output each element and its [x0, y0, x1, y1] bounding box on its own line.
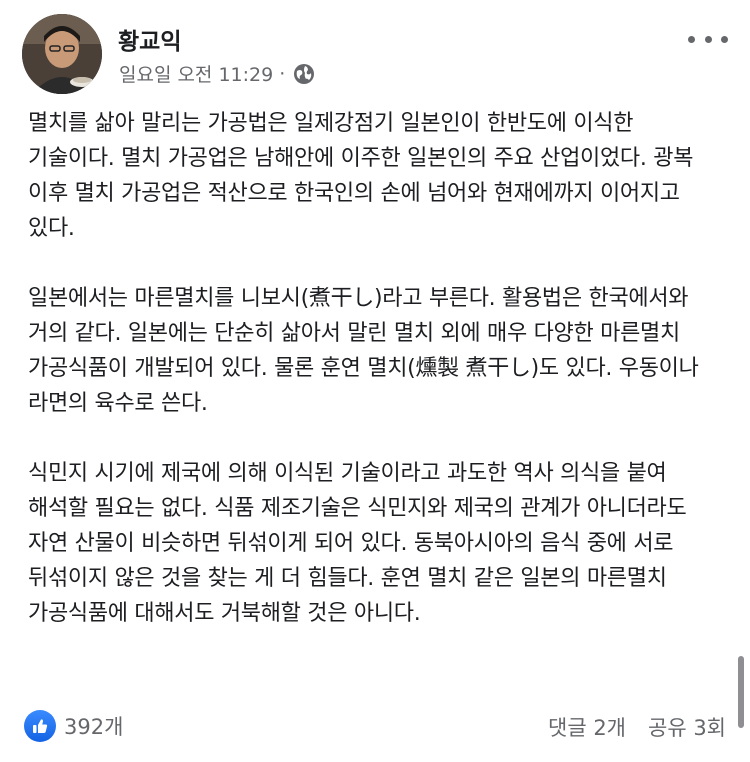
scrollbar-thumb[interactable] — [738, 656, 744, 728]
post-paragraph: 일본에서는 마른멸치를 니보시(煮干し)라고 부른다. 활용법은 한국에서와 거… — [28, 286, 699, 416]
post-header: 황교익 일요일 오전 11:29 · — [22, 14, 730, 94]
post-time[interactable]: 오전 11:29 — [177, 60, 273, 87]
post-paragraph: 멸치를 삶아 말리는 가공법은 일제강점기 일본인이 한반도에 이식한 기술이다… — [28, 111, 694, 241]
post-footer: 392개 댓글 2개 공유 3회 — [24, 708, 726, 744]
engagement-stats: 댓글 2개 공유 3회 — [548, 712, 726, 742]
more-dot — [721, 35, 728, 43]
more-options-button[interactable] — [688, 24, 728, 54]
reaction-count: 392개 — [64, 715, 124, 739]
like-icon — [24, 710, 56, 742]
post-day[interactable]: 일요일 — [119, 60, 171, 87]
comments-count-link[interactable]: 댓글 2개 — [548, 712, 626, 742]
meta-separator: · — [279, 62, 286, 85]
post-paragraph: 식민지 시기에 제국에 의해 이식된 기술이라고 과도한 역사 의식을 붙여 해… — [28, 461, 687, 626]
shares-count-link[interactable]: 공유 3회 — [648, 712, 726, 742]
more-dot — [704, 35, 712, 43]
more-dot — [688, 35, 695, 43]
reactions-summary[interactable]: 392개 — [24, 710, 123, 742]
globe-icon[interactable] — [293, 63, 315, 85]
post-body: 멸치를 삶아 말리는 가공법은 일제강점기 일본인이 한반도에 이식한 기술이다… — [28, 106, 718, 631]
post-meta: 일요일 오전 11:29 · — [119, 60, 315, 87]
author-name[interactable]: 황교익 — [118, 22, 181, 56]
author-avatar[interactable] — [22, 14, 102, 94]
